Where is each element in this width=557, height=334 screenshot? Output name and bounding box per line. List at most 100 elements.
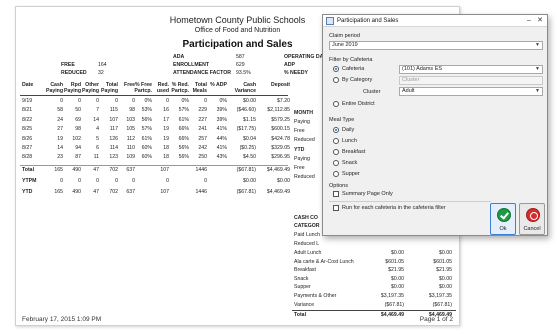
table-cell: 4 (96, 126, 99, 133)
total-cell: 702 (109, 166, 118, 173)
meal-daily-radio[interactable] (333, 127, 339, 133)
minimize-icon[interactable]: – (524, 16, 534, 26)
row-date: 8/28 (22, 154, 33, 161)
chevron-down-icon: ▼ (535, 42, 540, 48)
total-cell: $0.00 (243, 177, 256, 184)
cluster-select[interactable]: Adult ▼ (399, 87, 543, 96)
ok-button[interactable]: Ok (490, 203, 516, 235)
column-header: Cash Variance (234, 82, 256, 94)
enrollment-value: 629 (236, 62, 245, 68)
options-label: Options (329, 183, 348, 189)
dialog-titlebar[interactable]: Participation and Sales – ✕ (323, 15, 547, 27)
table-cell: 229 (198, 107, 207, 114)
cluster-value: Adult (402, 88, 415, 94)
meal-supper-radio[interactable] (333, 171, 339, 177)
by-category-radio[interactable] (333, 77, 339, 83)
total-cell: 702 (109, 188, 118, 195)
table-cell: 39% (216, 116, 227, 123)
month-header: MONTH (294, 110, 314, 116)
column-header: % Free Partcp. (134, 82, 152, 94)
cafeteria-select[interactable]: (101) Adams ES ▼ (399, 65, 543, 74)
cash-month-value: $601.05 (385, 258, 404, 265)
free-value: 164 (98, 62, 107, 68)
summary-only-checkbox[interactable] (333, 191, 339, 197)
meal-snack-radio[interactable] (333, 160, 339, 166)
total-cell: $0.00 (277, 177, 290, 184)
dialog-title: Participation and Sales (337, 17, 399, 24)
cash-category-label: Ala carte & Ar-Cost Lunch (294, 258, 354, 265)
total-cell: 107 (160, 188, 169, 195)
total-label: YTD (22, 188, 33, 195)
ada-value: 587 (236, 54, 245, 60)
table-cell: 17 (163, 116, 169, 123)
footer-page: Page 1 of 2 (419, 316, 453, 323)
checkmark-icon (497, 208, 511, 222)
cash-month-value: $0.00 (391, 284, 404, 291)
close-icon[interactable]: ✕ (535, 16, 545, 26)
claim-period-label: Claim period (329, 33, 360, 39)
total-cell: 1446 (195, 188, 207, 195)
table-cell: 115 (109, 107, 118, 114)
month-reduced: Reduced (294, 137, 315, 143)
cafeteria-option-label: Cafeteria (342, 66, 365, 72)
table-cell: 66% (178, 135, 189, 142)
table-cell: $424.78 (271, 135, 290, 142)
column-header: Total Paying (100, 82, 118, 94)
table-cell: 117 (109, 126, 118, 133)
table-cell: 19 (57, 135, 63, 142)
table-cell: $296.95 (271, 154, 290, 161)
table-cell: $2,112.85 (267, 107, 290, 114)
cash-ytd-value: ($67.81) (432, 301, 452, 308)
cancel-button-label: Cancel (523, 226, 541, 232)
table-cell: 19 (163, 126, 169, 133)
total-cell: 0 (96, 177, 99, 184)
reduced-label: REDUCED (61, 70, 87, 76)
table-cell: 19 (163, 135, 169, 142)
meal-lunch-label: Lunch (342, 138, 357, 144)
column-header: Red. used (156, 82, 169, 94)
table-cell: ($46.60) (236, 107, 256, 114)
total-cell: $4,469.49 (266, 188, 290, 195)
cash-month-value: ($67.81) (384, 301, 404, 308)
table-cell: 7 (96, 107, 99, 114)
category-select[interactable]: Cluster (399, 76, 543, 85)
table-cell: 242 (198, 145, 207, 151)
chevron-down-icon: ▼ (535, 88, 540, 94)
column-header: Cash Paying (45, 82, 63, 94)
meal-breakfast-radio[interactable] (333, 149, 339, 155)
claim-period-select[interactable]: June 2019 ▼ (329, 41, 543, 50)
cash-category-label: Adult Lunch (294, 250, 322, 256)
category-value: Cluster (402, 77, 420, 83)
cafeteria-radio[interactable] (333, 66, 339, 72)
table-cell: 56% (178, 154, 189, 161)
cash-ytd-value: $0.00 (439, 250, 452, 256)
table-cell: 123 (109, 154, 118, 161)
free-label: FREE (61, 62, 75, 68)
cancel-button[interactable]: Cancel (519, 203, 545, 235)
cash-month-value: $0.00 (391, 250, 404, 256)
cash-ytd-value: $21.95 (436, 267, 452, 274)
run-each-checkbox[interactable] (333, 205, 339, 211)
totals-rule (20, 164, 288, 166)
column-header: % Red. Partcp. (171, 82, 189, 94)
table-cell: 126 (109, 135, 118, 142)
cash-ytd-value: $0.00 (439, 275, 452, 282)
meal-lunch-radio[interactable] (333, 138, 339, 144)
meal-snack-label: Snack (342, 160, 358, 166)
table-cell: 114 (109, 145, 118, 151)
total-cell: 0 (115, 177, 118, 184)
column-header: % ADP (210, 82, 227, 88)
table-cell: $329.05 (271, 145, 290, 151)
total-cell: 637 (126, 166, 135, 173)
cash-month-value: $21.95 (388, 267, 404, 274)
cash-total-rule (292, 310, 456, 312)
table-cell: ($17.75) (236, 126, 256, 133)
table-cell: 41% (216, 145, 227, 151)
run-each-label: Run for each cafeteria in the cafeteria … (342, 205, 446, 211)
cash-category-label: Supper (294, 284, 311, 291)
footer-date: February 17, 2015 1:09 PM (22, 316, 102, 323)
reduced-value: 32 (98, 70, 104, 76)
meal-supper-label: Supper (342, 171, 360, 177)
cash-ytd-value: $601.05 (433, 258, 452, 265)
entire-district-radio[interactable] (333, 101, 339, 107)
